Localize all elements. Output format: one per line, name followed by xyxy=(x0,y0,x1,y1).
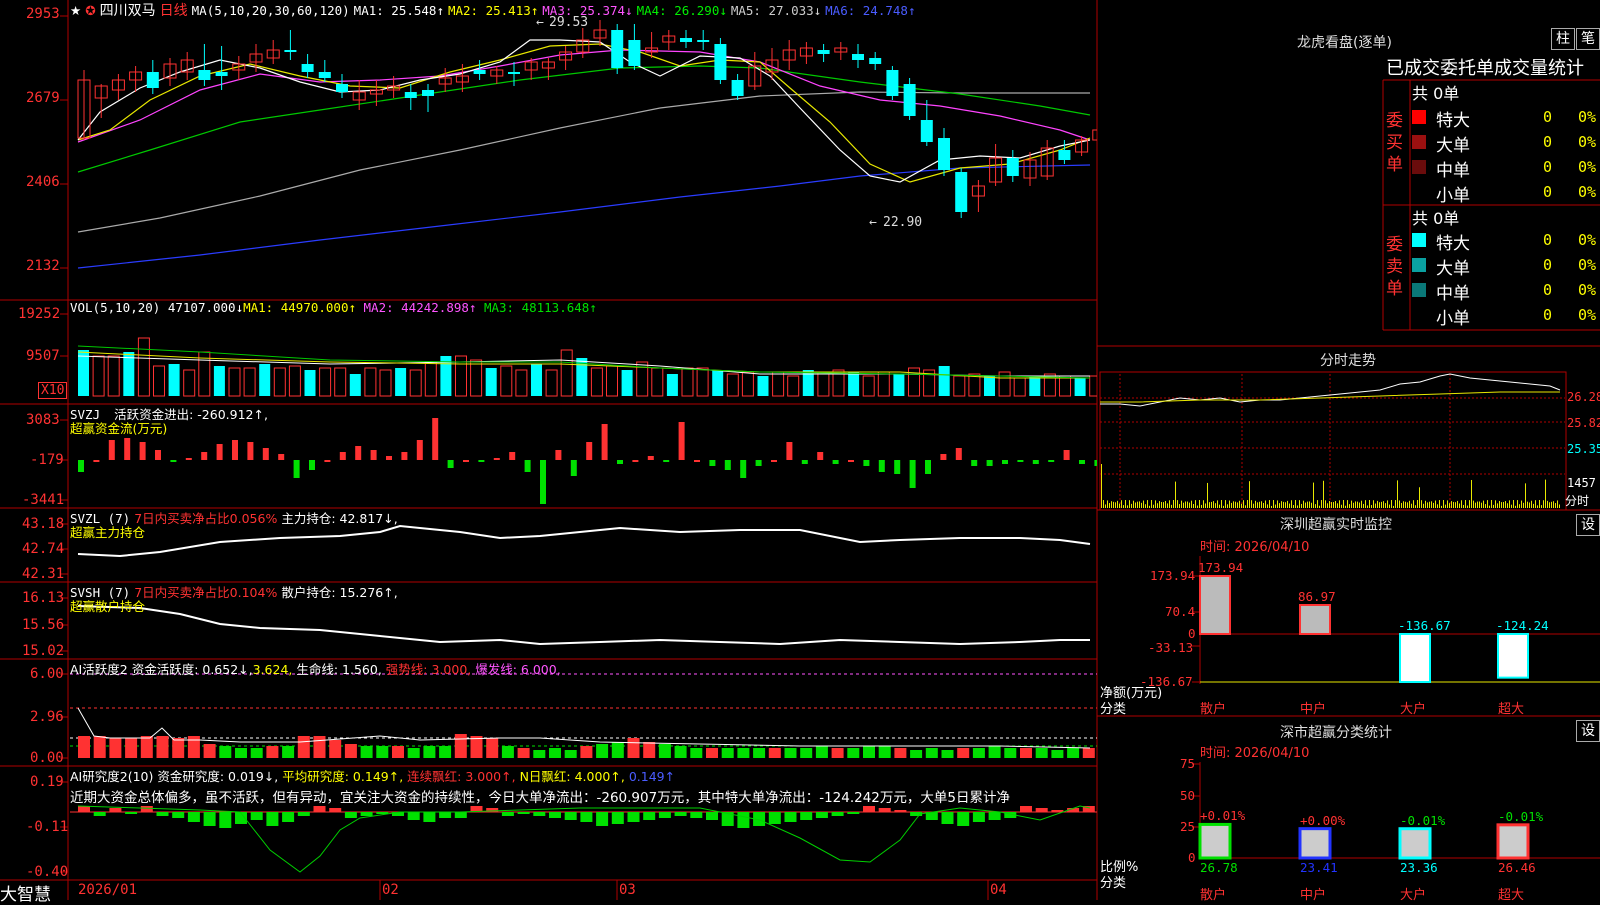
class-bar-change: +0.00% xyxy=(1300,812,1346,828)
class-bars xyxy=(1198,822,1530,860)
class-x-label: 分类 xyxy=(1100,876,1127,891)
class-bar[interactable] xyxy=(1398,827,1432,860)
class-bar-value: 23.41 xyxy=(1300,860,1338,875)
class-axis-label: 50 xyxy=(1180,788,1196,803)
class-bar-value: 23.36 xyxy=(1400,860,1438,875)
class-bar-change: -0.01% xyxy=(1498,808,1544,824)
class-category: 超大 xyxy=(1498,888,1525,903)
class-chart[interactable] xyxy=(0,0,1600,900)
class-axis-label: 75 xyxy=(1180,756,1196,771)
class-bar[interactable] xyxy=(1198,822,1232,860)
class-bar-change: -0.01% xyxy=(1400,812,1446,828)
class-bar-change: +0.01% xyxy=(1200,808,1246,824)
class-bar-value: 26.46 xyxy=(1498,860,1536,875)
class-bar[interactable] xyxy=(1298,827,1332,860)
class-axis-label: 25 xyxy=(1180,819,1196,834)
class-bar[interactable] xyxy=(1496,823,1530,860)
class-axis-label: 0 xyxy=(1188,850,1196,865)
class-category: 大户 xyxy=(1400,888,1427,903)
class-bar-value: 26.78 xyxy=(1200,860,1238,875)
class-category: 中户 xyxy=(1300,888,1327,903)
class-category: 散户 xyxy=(1200,888,1227,903)
